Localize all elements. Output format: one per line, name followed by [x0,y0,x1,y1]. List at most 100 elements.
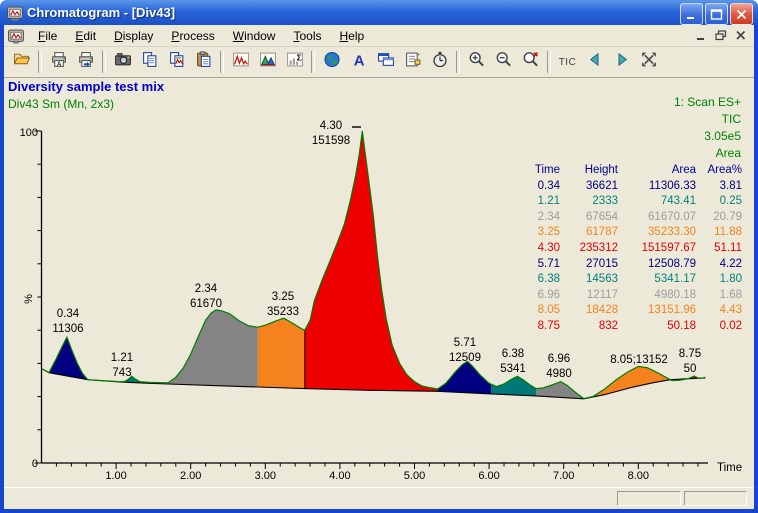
peak-cell: 0.25 [719,195,742,208]
peak-row: 4.30 235312 151597.67 51.11 [512,241,742,257]
x-axis-tick-label: 4.00 [329,470,350,482]
child-minimize-button[interactable] [692,27,710,43]
close-button[interactable] [730,3,753,25]
display-trace-button[interactable] [227,49,254,75]
peak-cell: 4.30 [537,241,560,254]
chromatogram-view[interactable]: Diversity sample test mix Div43 Sm (Mn, … [4,78,754,488]
zoom-reset-icon [522,51,540,73]
peak-cell: 27015 [586,257,618,270]
x-axis-tick-label: 2.00 [180,470,201,482]
print-button[interactable]: A [45,49,72,75]
menu-edit[interactable]: Edit [66,27,105,45]
menu-display[interactable]: Display [105,27,162,45]
child-window-icon[interactable] [7,28,24,44]
column-header-area: Area [671,164,696,176]
x-axis-tick-label: 5.00 [404,470,425,482]
peak-table: Time Height Area Area% 0.34 36621 11306.33 3.81… [512,163,742,335]
peak-label: 6.38 [502,348,524,360]
menu-window[interactable]: Window [224,27,285,45]
svg-text:Σ: Σ [296,53,301,63]
peak-cell: 235312 [579,241,618,254]
peak-row: 6.38 14563 5341.17 1.80 [512,272,742,288]
peak-cell: 50.18 [667,319,696,332]
child-restore-button[interactable] [712,27,730,43]
peak-cell: 4.43 [719,304,742,317]
tic-label: TIC [558,56,577,68]
trace-icon [232,51,250,73]
title-bar[interactable]: Chromatogram - [Div43] [0,0,758,25]
sample-list-button[interactable] [399,49,426,75]
zoom-reset-button[interactable] [517,49,544,75]
copy-display-button[interactable] [163,49,190,75]
peak-cell: 5341.17 [654,273,696,286]
menu-help[interactable]: Help [330,27,373,45]
y-axis-tick-label: 0 [32,458,38,470]
y-axis-tick-label: 100 [20,127,38,139]
open-button[interactable] [8,49,35,75]
zoom-out-button[interactable] [490,49,517,75]
menu-bar: File Edit Display Process Window Tools Help [4,25,754,47]
printer-a-icon: A [50,51,68,73]
peak-cell: 0.02 [719,319,742,332]
chromatogram-app-icon [6,5,23,21]
peak-cell: 11.88 [714,226,742,239]
minimize-button[interactable] [680,3,703,25]
peak-label: 151598 [312,135,350,147]
x-axis-tick-label: 1.00 [105,470,126,482]
peak-label: 2.34 [195,283,218,295]
peak-cell: 61670.07 [648,210,696,223]
printer-export-icon [77,51,95,73]
column-header-height: Height [584,164,618,176]
next-function-button[interactable] [608,49,635,75]
paste-button[interactable] [190,49,217,75]
column-header-time: Time [534,164,560,176]
peak-cell: 13151.96 [648,304,696,317]
x-axis-tick-label: 3.00 [255,470,276,482]
zoom-in-button[interactable] [463,49,490,75]
y-axis-title: % [23,294,35,304]
menu-tools[interactable]: Tools [284,27,330,45]
peak-cell: 8.75 [537,319,560,332]
paste-icon [195,51,213,73]
peak-label: 12509 [449,352,481,364]
app-window: Chromatogram - [Div43] File Edit Display Pr… [0,0,758,513]
peak-row: 0.34 36621 11306.33 3.81 [512,179,742,195]
copy-picture-button[interactable] [109,49,136,75]
menu-file[interactable]: File [29,27,66,45]
peak-cell: 151597.67 [641,241,696,254]
peak-cell: 1.68 [719,288,742,301]
peak-label: 5341 [500,363,526,375]
child-close-button[interactable] [732,27,750,43]
peak-cell: 12117 [586,288,618,301]
peak-display-button[interactable] [254,49,281,75]
peak-label: 35233 [267,306,299,318]
integrate-button[interactable]: Σ [281,49,308,75]
toolbar-separator [311,51,315,73]
menu-process[interactable]: Process [162,27,223,45]
web-button[interactable] [318,49,345,75]
svg-text:A: A [56,61,61,68]
print-setup-button[interactable] [72,49,99,75]
arrange-windows-button[interactable] [372,49,399,75]
autoscale-button[interactable] [635,49,662,75]
previous-function-button[interactable] [581,49,608,75]
tic-button[interactable]: TIC [554,49,581,75]
peak-row: 3.25 61787 35233.30 11.88 [512,225,742,241]
peak-cell: 743.41 [660,195,696,208]
peak-label: 61670 [190,298,222,310]
peak-cell: 3.81 [719,179,742,192]
peak-row: 5.71 27015 12508.79 4.22 [512,257,742,273]
peak-cell: 14563 [586,273,618,286]
font-a-icon: A [350,51,368,73]
zoom-in-icon [468,51,486,73]
peak-cell: 1.21 [537,195,560,208]
peak-cell: 12508.79 [648,257,696,270]
copy-button[interactable] [136,49,163,75]
peak-label: 50 [684,363,697,375]
realtime-update-button[interactable] [426,49,453,75]
list-icon [404,51,422,73]
maximize-button[interactable] [705,3,728,25]
copy-display-icon [168,51,186,73]
peak-fill-red [304,131,438,392]
annotate-button[interactable]: A [345,49,372,75]
